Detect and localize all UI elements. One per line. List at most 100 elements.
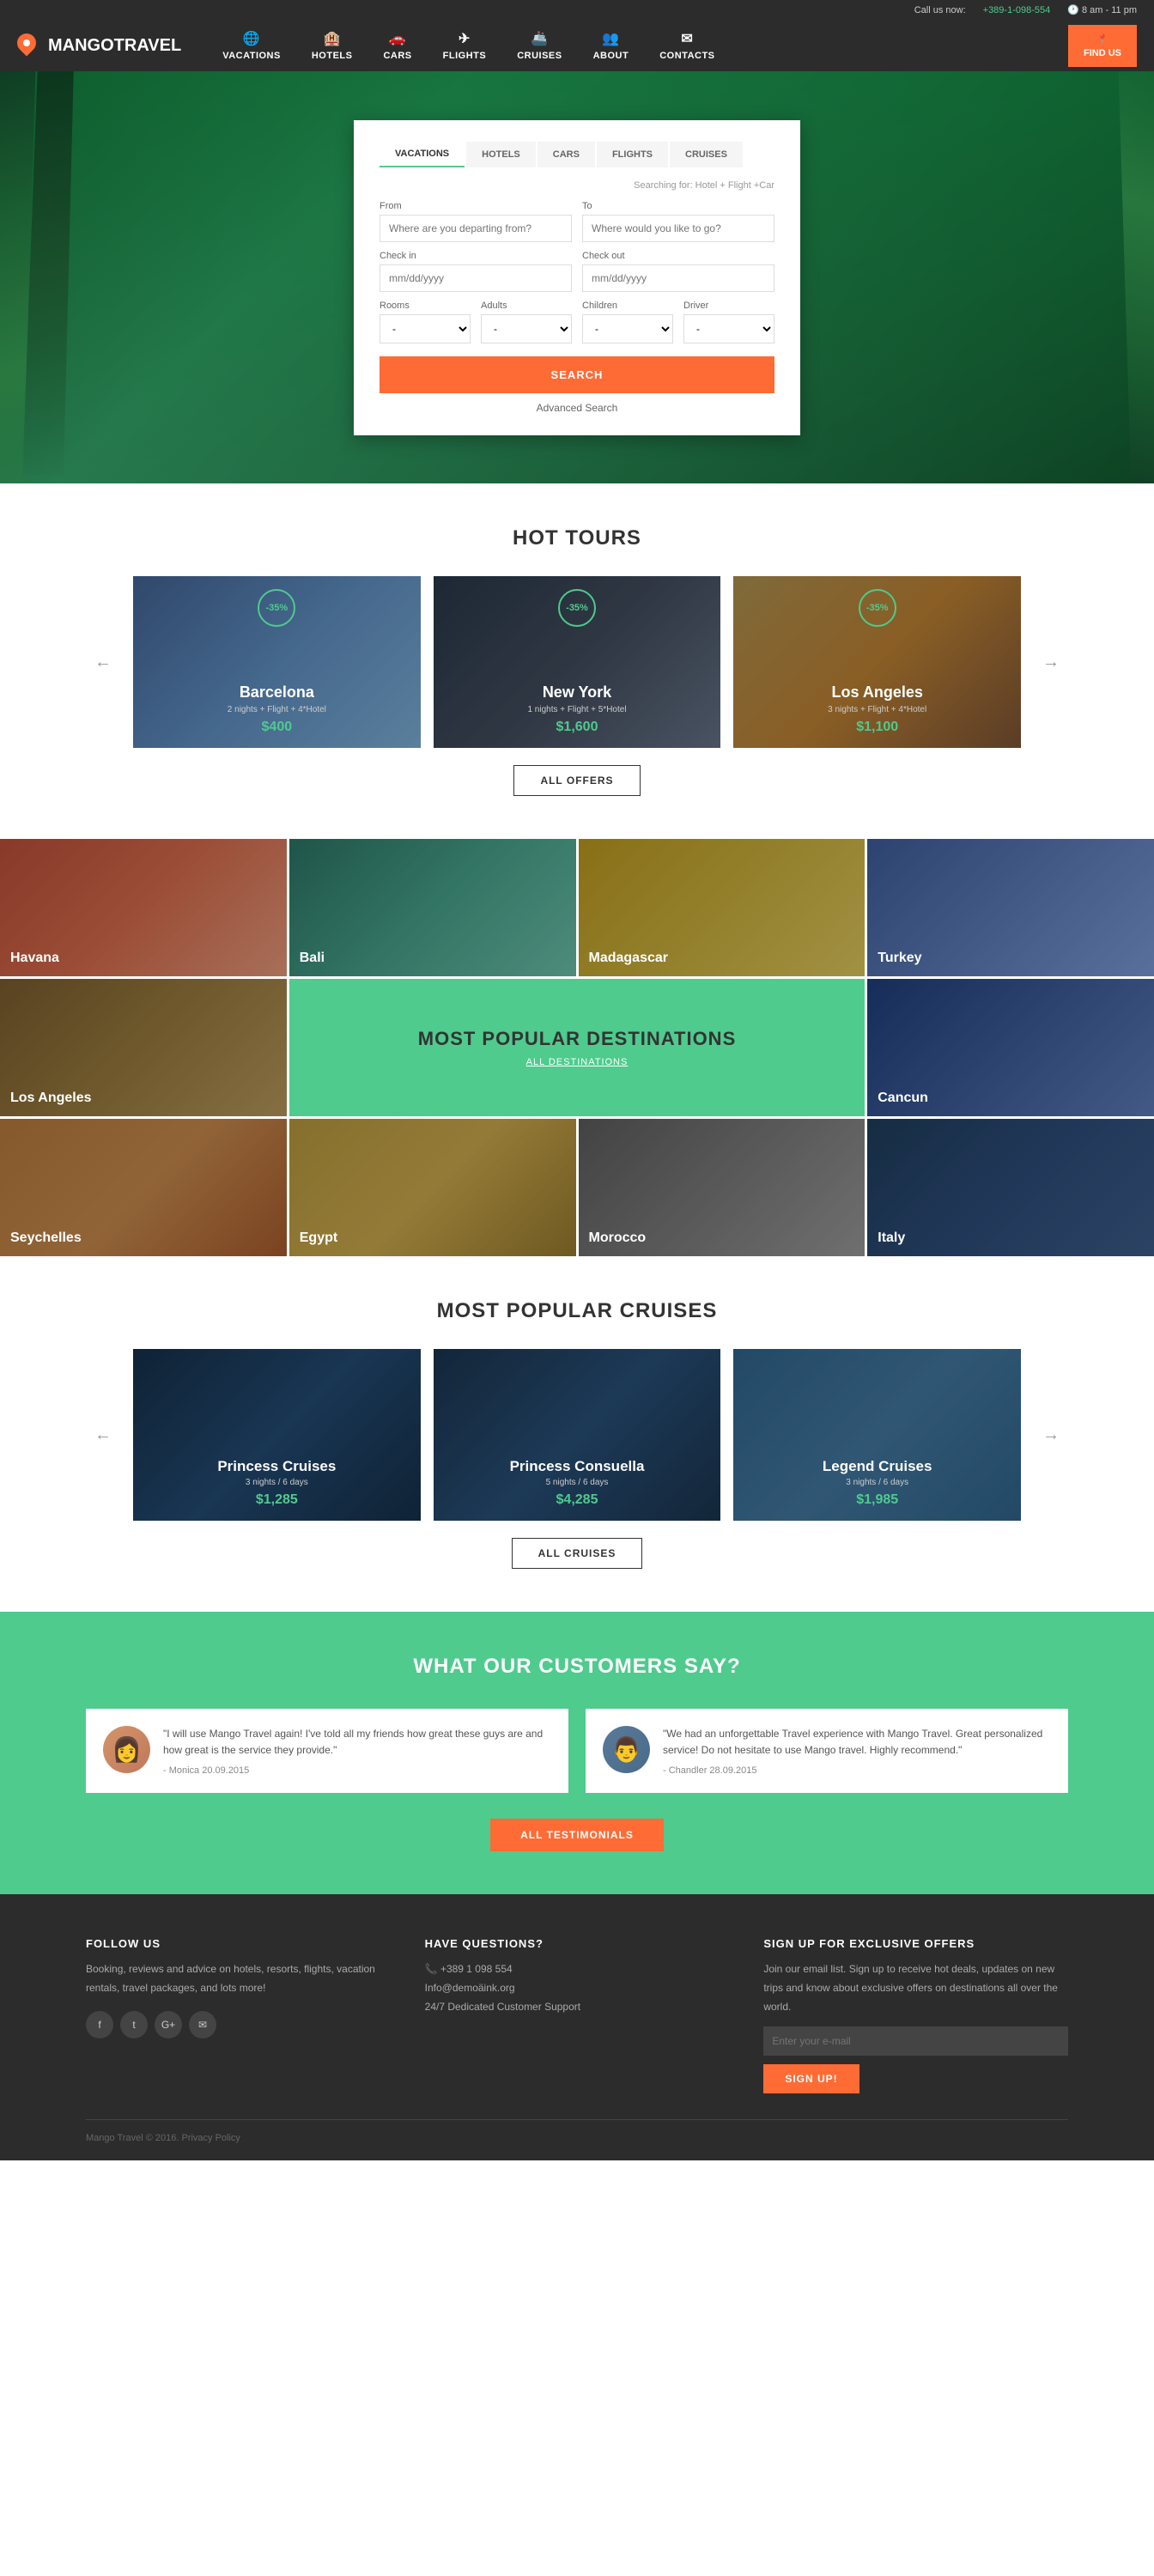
cruise-name-2: Legend Cruises bbox=[823, 1458, 932, 1475]
testimonial-author-0: - Monica 20.09.2015 bbox=[163, 1765, 551, 1776]
cruises-title: MOST POPULAR CRUISES bbox=[86, 1299, 1068, 1323]
nav-hotels[interactable]: 🏨 HOTELS bbox=[296, 30, 368, 61]
from-field: From bbox=[380, 201, 572, 242]
signup-title: SIGN UP FOR EXCLUSIVE OFFERS bbox=[763, 1937, 1068, 1950]
dest-seychelles[interactable]: Seychelles bbox=[0, 1119, 287, 1256]
questions-phone: 📞 +389 1 098 554 bbox=[425, 1960, 730, 1979]
all-destinations-link[interactable]: ALL DESTINATIONS bbox=[526, 1057, 629, 1067]
search-button[interactable]: SEARCH bbox=[380, 356, 774, 393]
all-testimonials-button[interactable]: ALL TESTIMONIALS bbox=[490, 1819, 664, 1851]
adults-field: Adults - bbox=[481, 301, 572, 343]
location-icon: 📍 bbox=[1096, 33, 1108, 45]
nav-flights[interactable]: ✈ FLIGHTS bbox=[428, 30, 502, 61]
footer: FOLLOW US Booking, reviews and advice on… bbox=[0, 1894, 1154, 2160]
advanced-search-link[interactable]: Advanced Search bbox=[380, 402, 774, 414]
testimonial-text-1: "We had an unforgettable Travel experien… bbox=[663, 1726, 1051, 1759]
search-subtext: Searching for: Hotel + Flight +Car bbox=[380, 180, 774, 191]
cruise-icon: 🚢 bbox=[531, 30, 548, 47]
tour-price-1: $1,600 bbox=[556, 720, 598, 735]
footer-follow: FOLLOW US Booking, reviews and advice on… bbox=[86, 1937, 391, 2093]
cruises-prev-arrow[interactable]: ← bbox=[86, 1417, 120, 1454]
adults-select[interactable]: - bbox=[481, 314, 572, 343]
cruise-name-0: Princess Cruises bbox=[217, 1458, 336, 1475]
cruise-card-1[interactable]: Princess Consuella 5 nights / 6 days $4,… bbox=[434, 1349, 721, 1521]
flight-icon: ✈ bbox=[459, 30, 471, 47]
dest-losangeles[interactable]: Los Angeles bbox=[0, 979, 287, 1116]
all-cruises-button[interactable]: ALL CRUISES bbox=[512, 1538, 643, 1569]
dest-madagascar[interactable]: Madagascar bbox=[579, 839, 866, 976]
nav-vacations[interactable]: 🌐 VACATIONS bbox=[207, 30, 296, 61]
cruise-price-0: $1,285 bbox=[256, 1492, 298, 1508]
call-label: Call us now: bbox=[914, 5, 966, 15]
top-bar: Call us now: +389-1-098-554 🕐 8 am - 11 … bbox=[0, 0, 1154, 20]
car-icon: 🚗 bbox=[389, 30, 406, 47]
cruise-card-2[interactable]: Legend Cruises 3 nights / 6 days $1,985 bbox=[733, 1349, 1021, 1521]
email-input[interactable] bbox=[763, 2026, 1068, 2056]
nav-contacts[interactable]: ✉ CONTACTS bbox=[644, 30, 730, 61]
phone-number: +389-1-098-554 bbox=[983, 5, 1051, 15]
tours-grid: -35% Barcelona 2 nights + Flight + 4*Hot… bbox=[133, 576, 1021, 748]
find-us-button[interactable]: 📍 FIND US bbox=[1068, 25, 1137, 67]
cruise-card-0[interactable]: Princess Cruises 3 nights / 6 days $1,28… bbox=[133, 1349, 421, 1521]
tab-cruises[interactable]: CRUISES bbox=[670, 142, 743, 167]
to-field: To bbox=[582, 201, 774, 242]
dest-turkey[interactable]: Turkey bbox=[867, 839, 1154, 976]
tours-next-arrow[interactable]: → bbox=[1034, 644, 1068, 681]
tab-vacations[interactable]: VACATIONS bbox=[380, 142, 465, 167]
all-offers-button[interactable]: ALL OFFERS bbox=[513, 765, 640, 796]
tours-prev-arrow[interactable]: ← bbox=[86, 644, 120, 681]
avatar-female-icon: 👩 bbox=[112, 1735, 142, 1764]
social-facebook[interactable]: f bbox=[86, 2011, 113, 2038]
dest-morocco[interactable]: Morocco bbox=[579, 1119, 866, 1256]
testimonial-1: 👨 "We had an unforgettable Travel experi… bbox=[586, 1709, 1068, 1793]
nav-cars[interactable]: 🚗 CARS bbox=[367, 30, 427, 61]
cruises-carousel: ← Princess Cruises 3 nights / 6 days $1,… bbox=[86, 1349, 1068, 1521]
social-twitter[interactable]: t bbox=[120, 2011, 148, 2038]
nav-about[interactable]: 👥 ABOUT bbox=[578, 30, 645, 61]
driver-field: Driver - bbox=[683, 301, 774, 343]
tab-hotels[interactable]: HOTELS bbox=[466, 142, 536, 167]
driver-select[interactable]: - bbox=[683, 314, 774, 343]
driver-label: Driver bbox=[683, 301, 774, 311]
checkout-label: Check out bbox=[582, 251, 774, 261]
dest-italy[interactable]: Italy bbox=[867, 1119, 1154, 1256]
dest-cancun[interactable]: Cancun bbox=[867, 979, 1154, 1116]
testimonial-text-0: "I will use Mango Travel again! I've tol… bbox=[163, 1726, 551, 1759]
follow-text: Booking, reviews and advice on hotels, r… bbox=[86, 1960, 391, 1997]
signup-text: Join our email list. Sign up to receive … bbox=[763, 1960, 1068, 2016]
rooms-label: Rooms bbox=[380, 301, 471, 311]
social-googleplus[interactable]: G+ bbox=[155, 2011, 182, 2038]
dest-havana[interactable]: Havana bbox=[0, 839, 287, 976]
tour-card-barcelona[interactable]: -35% Barcelona 2 nights + Flight + 4*Hot… bbox=[133, 576, 421, 748]
checkin-input[interactable] bbox=[380, 264, 572, 292]
checkout-input[interactable] bbox=[582, 264, 774, 292]
discount-badge-1: -35% bbox=[558, 589, 596, 627]
social-email[interactable]: ✉ bbox=[189, 2011, 216, 2038]
testimonials-grid: 👩 "I will use Mango Travel again! I've t… bbox=[86, 1709, 1068, 1793]
tour-card-newyork[interactable]: -35% New York 1 nights + Flight + 5*Hote… bbox=[434, 576, 721, 748]
dest-bali[interactable]: Bali bbox=[289, 839, 576, 976]
signup-button[interactable]: SIGN UP! bbox=[763, 2064, 859, 2093]
cruises-grid: Princess Cruises 3 nights / 6 days $1,28… bbox=[133, 1349, 1021, 1521]
tour-desc-2: 3 nights + Flight + 4*Hotel bbox=[828, 705, 926, 714]
footer-questions: HAVE QUESTIONS? 📞 +389 1 098 554 Info@de… bbox=[425, 1937, 730, 2093]
footer-grid: FOLLOW US Booking, reviews and advice on… bbox=[86, 1937, 1068, 2093]
dest-popular-center[interactable]: MOST POPULAR DESTINATIONS ALL DESTINATIO… bbox=[289, 979, 866, 1116]
tab-cars[interactable]: CARS bbox=[538, 142, 595, 167]
nav-cruises[interactable]: 🚢 CRUISES bbox=[501, 30, 577, 61]
cruises-next-arrow[interactable]: → bbox=[1034, 1417, 1068, 1454]
tour-card-losangeles[interactable]: -35% Los Angeles 3 nights + Flight + 4*H… bbox=[733, 576, 1021, 748]
tour-price-2: $1,100 bbox=[856, 720, 898, 735]
logo[interactable]: MANGOTRAVEL bbox=[17, 33, 181, 58]
from-input[interactable] bbox=[380, 215, 572, 242]
globe-icon: 🌐 bbox=[243, 30, 260, 47]
tab-flights[interactable]: FLIGHTS bbox=[597, 142, 668, 167]
dest-egypt[interactable]: Egypt bbox=[289, 1119, 576, 1256]
to-input[interactable] bbox=[582, 215, 774, 242]
discount-badge-0: -35% bbox=[258, 589, 295, 627]
rooms-select[interactable]: - bbox=[380, 314, 471, 343]
tour-city-0: Barcelona bbox=[240, 683, 314, 702]
follow-title: FOLLOW US bbox=[86, 1937, 391, 1950]
destinations-section: Havana Bali Madagascar Turkey Los Angele… bbox=[0, 839, 1154, 1256]
children-select[interactable]: - bbox=[582, 314, 673, 343]
